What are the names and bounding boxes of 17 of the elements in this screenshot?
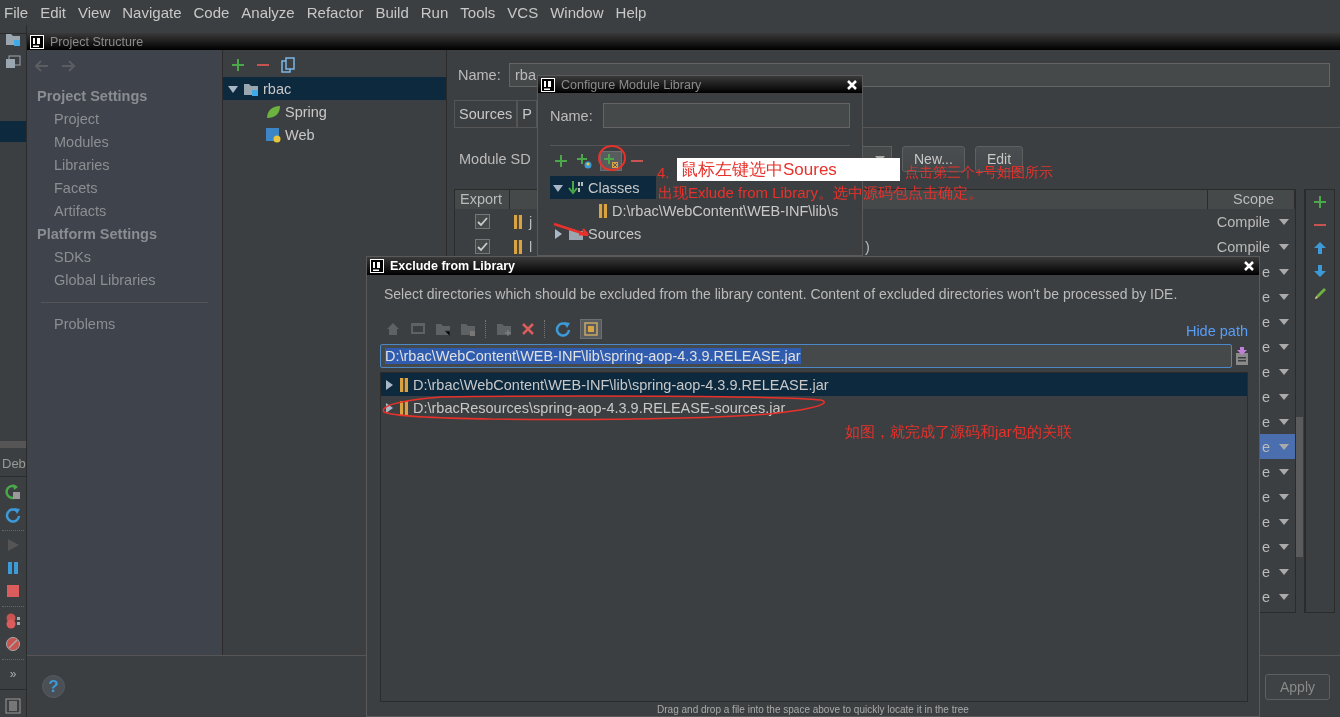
annotation-text: 鼠标左键选中Soures: [677, 158, 900, 181]
section-heading: Platform Settings: [36, 225, 159, 244]
tool-window-title: Deb: [1, 455, 26, 472]
field-label: Module SD: [458, 151, 532, 167]
description-text: Select directories which should be excluded from the library content. Content of excluded directories won't be processed by IDE.: [383, 285, 1179, 304]
table-cell: j: [529, 213, 533, 230]
table-cell: l: [529, 238, 533, 255]
window-title: Project Structure: [50, 34, 144, 49]
hint-text: Drag and drop a file into the space above to quickly locate it in the tree: [656, 704, 970, 715]
annotation-text: 出现Exlude from Library。选中源码包点击确定。: [658, 184, 984, 202]
table-cell: ): [865, 238, 870, 255]
field-label: Name:: [550, 107, 594, 124]
annotation-text: 如图，就完成了源码和jar包的关联: [845, 423, 1072, 441]
section-heading: Project Settings: [36, 87, 149, 106]
window-title: Exclude from Library: [390, 259, 516, 273]
field-label: Name:: [457, 67, 502, 83]
annotation-text: 4.: [657, 164, 670, 182]
